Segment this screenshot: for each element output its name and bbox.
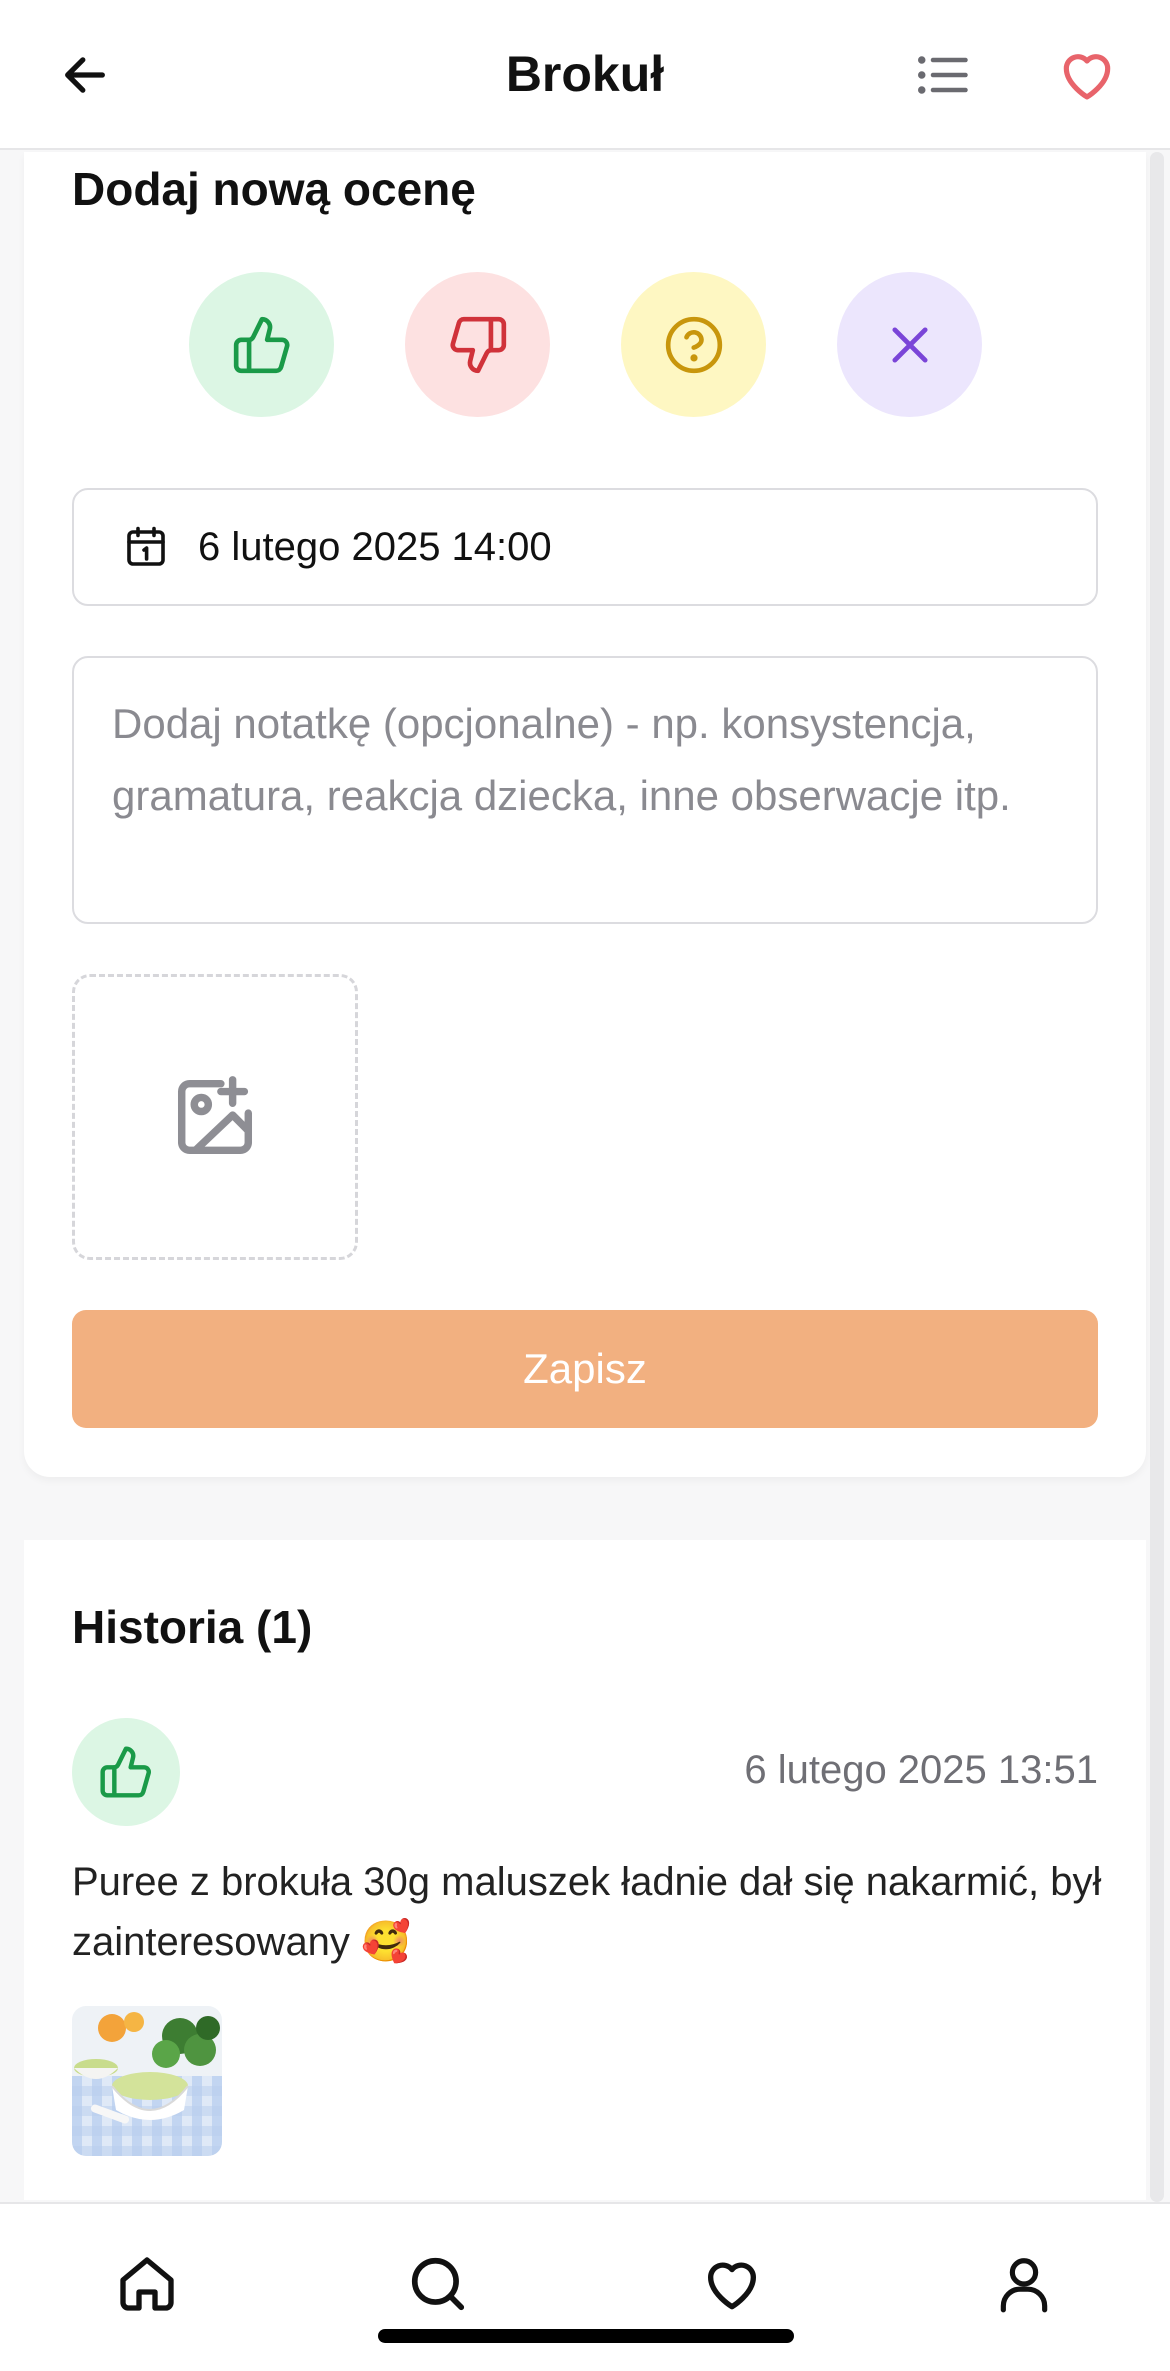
home-indicator <box>378 2329 794 2343</box>
date-picker-field[interactable]: 6 lutego 2025 14:00 <box>72 488 1098 606</box>
list-icon <box>918 56 968 94</box>
heart-icon <box>707 2262 757 2310</box>
home-icon <box>120 2257 174 2311</box>
broccoli-puree-photo[interactable] <box>72 2006 222 2156</box>
rate-unsure-button[interactable] <box>621 272 766 417</box>
bottom-navigation <box>0 2202 1170 2371</box>
list-button[interactable] <box>893 25 993 125</box>
rating-options <box>189 272 989 417</box>
nav-profile[interactable] <box>984 2244 1064 2324</box>
heart-outline-icon <box>1063 54 1111 100</box>
rate-like-button[interactable] <box>189 272 334 417</box>
scroll-indicator[interactable] <box>1150 152 1164 2202</box>
thumbs-down-icon <box>449 316 506 373</box>
x-icon <box>891 326 928 363</box>
top-bar: Brokuł <box>0 0 1170 150</box>
nav-home[interactable] <box>107 2244 187 2324</box>
nav-favorites[interactable] <box>692 2244 772 2324</box>
image-plus-icon <box>177 1076 253 1155</box>
nav-search[interactable] <box>398 2244 478 2324</box>
history-section: Historia (1) 6 lutego 2025 13:51 Puree z… <box>24 1540 1146 2200</box>
arrow-left-icon <box>65 57 105 93</box>
user-icon <box>1000 2258 1048 2313</box>
question-circle-icon <box>665 316 722 373</box>
back-button[interactable] <box>35 25 135 125</box>
history-entry-date: 6 lutego 2025 13:51 <box>744 1748 1098 1792</box>
date-value: 6 lutego 2025 14:00 <box>198 524 552 569</box>
favorite-button[interactable] <box>1037 25 1137 125</box>
add-photo-button[interactable] <box>72 974 358 1260</box>
page: Brokuł Dodaj nową ocenę 6 lutego 2025 14… <box>0 0 1170 2371</box>
rate-reject-button[interactable] <box>837 272 982 417</box>
note-textarea[interactable] <box>72 656 1098 924</box>
rate-dislike-button[interactable] <box>405 272 550 417</box>
calendar-icon <box>127 526 165 566</box>
new-rating-card: Dodaj nową ocenę 6 lutego 2025 14:00 Dod… <box>24 152 1146 1477</box>
save-button[interactable]: Zapisz <box>72 1310 1098 1428</box>
page-title: Brokuł <box>505 46 665 102</box>
thumbs-up-icon <box>100 1746 151 1798</box>
history-title: Historia (1) <box>72 1601 313 1653</box>
new-rating-title: Dodaj nową ocenę <box>72 163 476 215</box>
history-entry-note: Puree z brokuła 30g maluszek ładnie dał … <box>72 1860 1102 1964</box>
history-rating-badge <box>72 1718 180 1826</box>
thumbs-up-icon <box>233 316 290 373</box>
search-icon <box>411 2257 465 2311</box>
